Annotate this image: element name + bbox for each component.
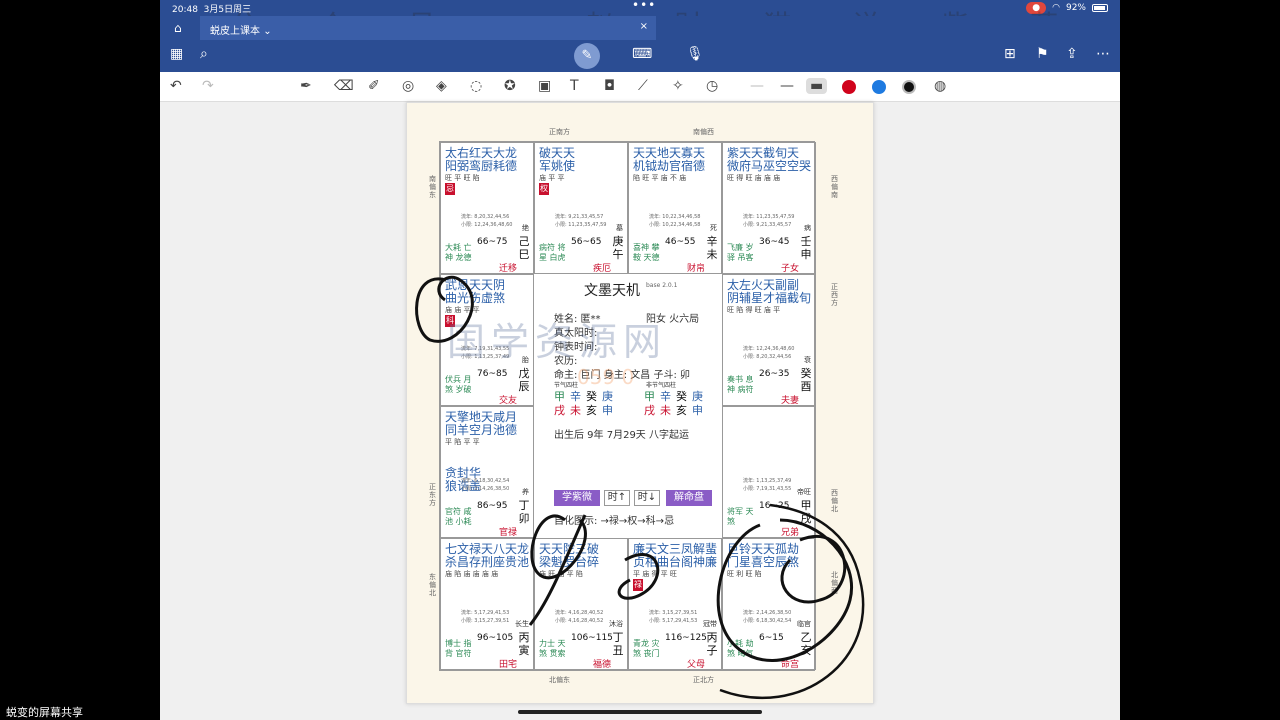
screen-share-label: 蜕变的屏幕共享: [6, 706, 83, 719]
home-indicator[interactable]: [518, 710, 762, 714]
ipad-screen: 20:48 3月5日周三 ••• ● ◠ 92% 公 众 号 ： 赵 财 猫 说…: [160, 0, 1120, 720]
handwriting-ink: [415, 276, 865, 700]
